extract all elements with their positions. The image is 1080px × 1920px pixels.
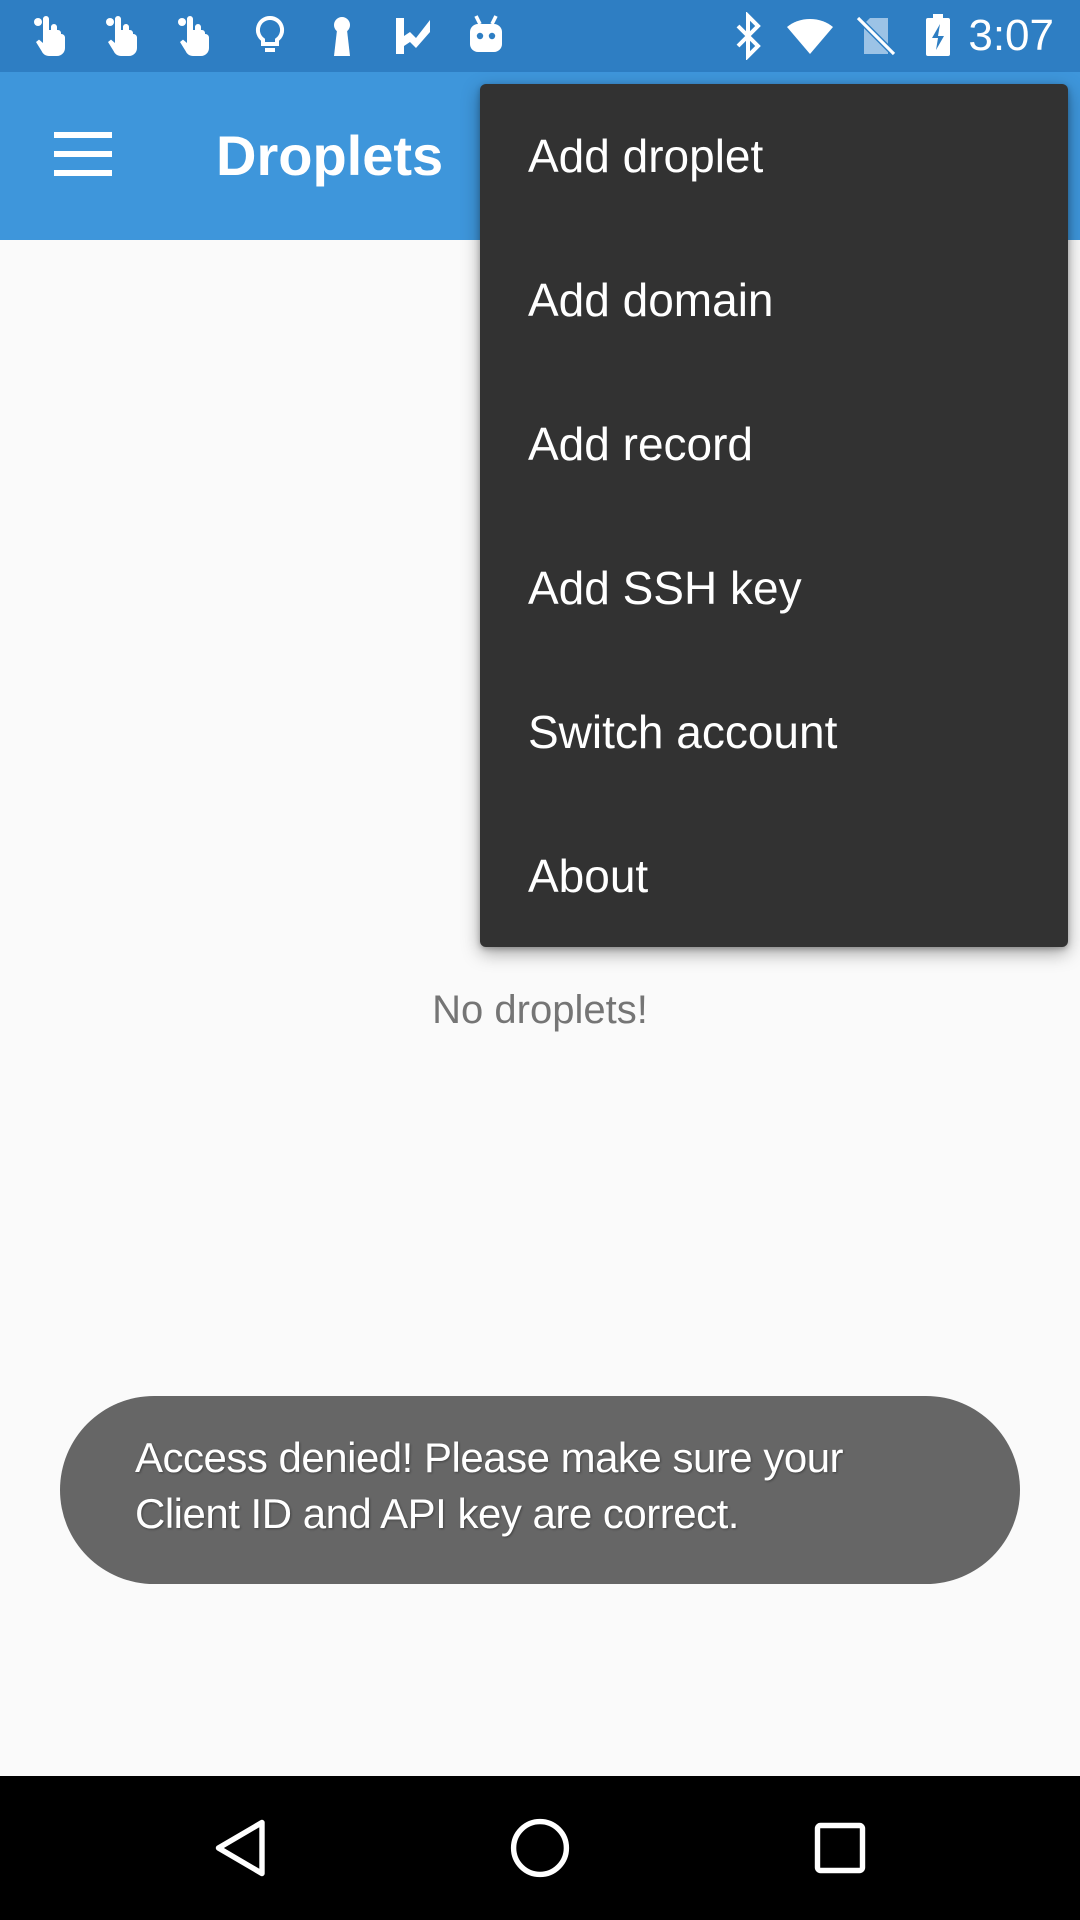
recents-icon[interactable] bbox=[804, 1812, 876, 1884]
checkmark-flag-icon bbox=[396, 18, 430, 54]
android-robot-icon bbox=[470, 15, 502, 52]
back-icon[interactable] bbox=[205, 1812, 277, 1884]
menu-item-about[interactable]: About bbox=[480, 804, 1068, 948]
hand-pointer-icon bbox=[34, 16, 65, 56]
toast-message: Access denied! Please make sure your Cli… bbox=[60, 1396, 1020, 1584]
bluetooth-icon bbox=[736, 12, 761, 60]
menu-item-add-droplet[interactable]: Add droplet bbox=[480, 84, 1068, 228]
overflow-menu: Add droplet Add domain Add record Add SS… bbox=[480, 84, 1068, 947]
empty-state-message: No droplets! bbox=[432, 988, 648, 1032]
navigation-bar bbox=[0, 1776, 1080, 1920]
hamburger-menu-icon[interactable] bbox=[54, 132, 112, 176]
toast-line-1: Access denied! Please make sure your bbox=[135, 1434, 844, 1481]
menu-item-add-record[interactable]: Add record bbox=[480, 372, 1068, 516]
home-icon[interactable] bbox=[504, 1812, 576, 1884]
toast-line-2: Client ID and API key are correct. bbox=[135, 1490, 739, 1537]
menu-item-add-ssh-key[interactable]: Add SSH key bbox=[480, 516, 1068, 660]
status-bar: 3:07 bbox=[0, 0, 1080, 72]
menu-item-add-domain[interactable]: Add domain bbox=[480, 228, 1068, 372]
hand-pointer-icon bbox=[106, 16, 137, 56]
page-title: Droplets bbox=[216, 124, 444, 187]
battery-charging-icon bbox=[926, 14, 950, 56]
lightbulb-icon bbox=[255, 15, 285, 52]
status-time: 3:07 bbox=[968, 11, 1054, 60]
hand-pointer-icon bbox=[178, 16, 209, 56]
wifi-icon bbox=[787, 19, 833, 54]
menu-item-switch-account[interactable]: Switch account bbox=[480, 660, 1068, 804]
keyhole-icon bbox=[334, 17, 350, 56]
no-sim-icon bbox=[855, 15, 897, 57]
